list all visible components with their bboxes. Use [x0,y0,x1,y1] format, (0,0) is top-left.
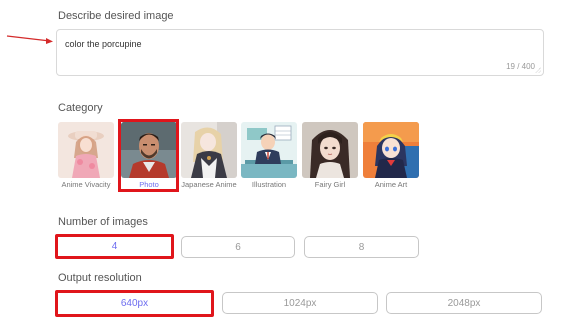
fairy-girl-thumbnail [302,122,358,178]
images-option-8[interactable]: 8 [304,236,419,258]
category-label-text: Anime Art [374,180,408,189]
number-of-images-label: Number of images [58,216,148,228]
category-anime-art[interactable]: Anime Art [363,122,419,204]
category-anime-vivacity[interactable]: Anime Vivacity [58,122,114,204]
japanese-anime-thumbnail [181,122,237,178]
category-label-text: Japanese Anime [181,180,237,189]
category-label: Category [58,102,103,114]
photo-selection-highlight [118,119,179,192]
prompt-textarea[interactable]: color the porcupine 19 / 400 [56,29,544,76]
category-label-text: Fairy Girl [314,180,346,189]
resolution-option-1024px[interactable]: 1024px [222,292,378,314]
prompt-text: color the porcupine [65,39,142,49]
resolution-option-640px[interactable]: 640px [55,290,214,317]
category-fairy-girl[interactable]: Fairy Girl [302,122,358,204]
annotation-arrow-icon [6,35,53,44]
images-option-6[interactable]: 6 [181,236,295,258]
category-illustration[interactable]: Illustration [241,122,297,204]
category-japanese-anime[interactable]: Japanese Anime [181,122,237,204]
illustration-thumbnail [241,122,297,178]
output-resolution-label: Output resolution [58,272,142,284]
anime-vivacity-thumbnail [58,122,114,178]
anime-art-thumbnail [363,122,419,178]
category-label-text: Anime Vivacity [61,180,111,189]
resolution-option-2048px[interactable]: 2048px [386,292,542,314]
character-counter: 19 / 400 [506,62,535,71]
images-option-4[interactable]: 4 [55,234,174,259]
describe-label: Describe desired image [58,10,174,22]
category-label-text: Illustration [251,180,287,189]
resize-handle-icon[interactable] [535,67,541,73]
